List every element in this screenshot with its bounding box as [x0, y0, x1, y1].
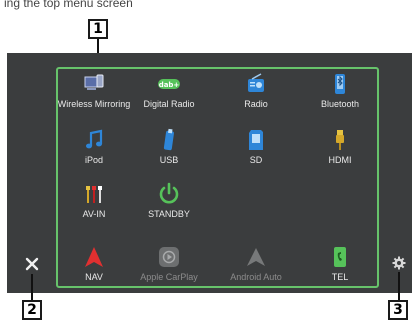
callout-3-line	[398, 272, 400, 300]
usb-icon	[163, 128, 174, 151]
page-heading-fragment: ing the top menu screen	[4, 0, 133, 10]
app-label: STANDBY	[148, 209, 190, 219]
app-hdmi[interactable]: HDMI	[302, 128, 378, 172]
app-apple-carplay[interactable]: Apple CarPlay	[131, 245, 207, 289]
wireless-mirroring-icon	[84, 74, 104, 90]
svg-text:dab+: dab+	[159, 81, 180, 89]
music-note-icon	[86, 129, 103, 149]
app-radio[interactable]: Radio	[218, 72, 294, 116]
callout-1: 1	[88, 19, 108, 39]
app-label: Radio	[244, 99, 268, 109]
app-android-auto[interactable]: Android Auto	[218, 245, 294, 289]
av-in-icon	[86, 186, 102, 203]
app-label: HDMI	[328, 155, 352, 165]
app-label: Apple CarPlay	[140, 272, 198, 282]
callout-2-line	[31, 274, 33, 300]
navigation-arrow-icon	[85, 247, 103, 267]
app-label: SD	[249, 155, 263, 165]
app-tel[interactable]: TEL	[302, 245, 378, 289]
app-label: Android Auto	[230, 272, 282, 282]
app-label: Bluetooth	[320, 99, 360, 109]
app-label: AV-IN	[82, 209, 106, 219]
app-usb[interactable]: USB	[131, 128, 207, 172]
apple-carplay-icon	[159, 247, 179, 267]
sd-card-icon	[249, 130, 263, 150]
app-nav[interactable]: NAV	[56, 245, 132, 289]
power-icon	[159, 182, 179, 204]
app-sd[interactable]: SD	[218, 128, 294, 172]
app-digital-radio[interactable]: dab+ Digital Radio	[131, 72, 207, 116]
app-av-in[interactable]: AV-IN	[56, 182, 132, 226]
callout-2: 2	[22, 300, 42, 320]
close-icon	[25, 257, 39, 271]
bluetooth-audio-icon	[335, 74, 345, 94]
settings-button[interactable]	[392, 256, 406, 270]
radio-icon	[248, 73, 264, 92]
app-wireless-mirroring[interactable]: Wireless Mirroring	[56, 72, 132, 116]
app-label: Digital Radio	[143, 99, 195, 109]
callout-3: 3	[388, 300, 408, 320]
phone-icon	[334, 247, 346, 267]
app-label: NAV	[85, 272, 103, 282]
gear-icon	[392, 256, 406, 270]
android-auto-icon	[247, 248, 265, 266]
digital-radio-icon: dab+	[158, 79, 180, 89]
app-standby[interactable]: STANDBY	[131, 182, 207, 226]
app-ipod[interactable]: iPod	[56, 128, 132, 172]
app-label: TEL	[331, 272, 349, 282]
close-button[interactable]	[24, 256, 40, 272]
app-label: iPod	[84, 155, 103, 165]
hdmi-icon	[336, 130, 344, 150]
app-label: USB	[159, 155, 179, 165]
app-label: Wireless Mirroring	[57, 99, 131, 109]
app-bluetooth[interactable]: Bluetooth	[302, 72, 378, 116]
